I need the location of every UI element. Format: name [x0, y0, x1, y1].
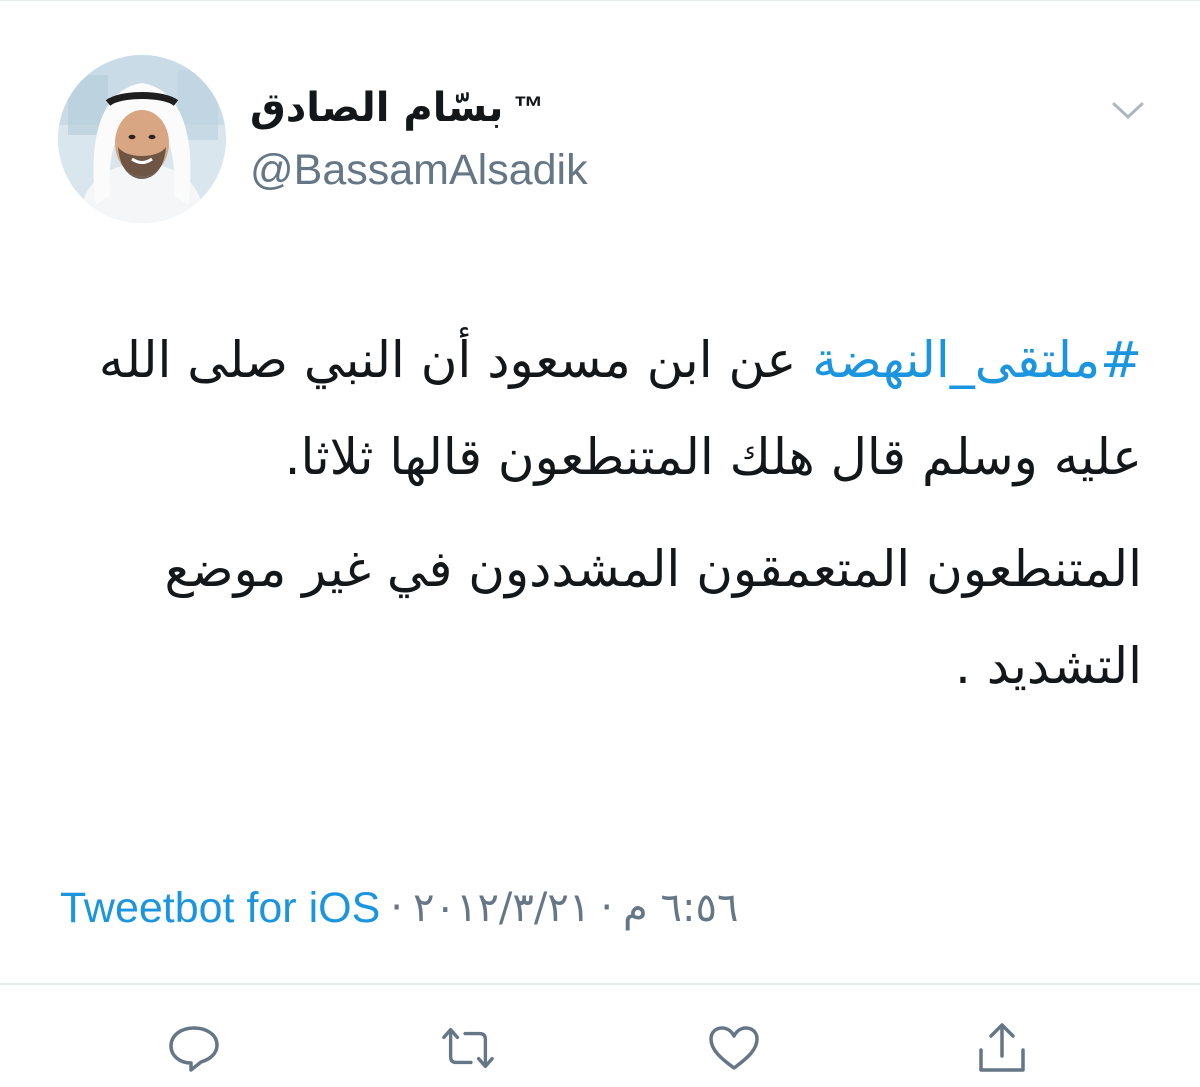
tweet-date: ٢٠١٢/٣/٢١ — [412, 885, 591, 931]
trademark-symbol: ™ — [513, 91, 544, 124]
display-name[interactable]: بسّام الصادق — [250, 85, 503, 131]
heart-icon — [709, 1026, 759, 1070]
chevron-down-icon[interactable] — [1108, 96, 1148, 124]
retweet-button[interactable] — [440, 1020, 496, 1076]
retweet-icon — [442, 1027, 494, 1069]
user-info: بسّام الصادق ™ @BassamAlsadik — [250, 78, 850, 195]
meta-separator: · — [390, 885, 403, 931]
reply-button[interactable] — [166, 1020, 222, 1076]
source-link[interactable]: Tweetbot for iOS — [60, 884, 380, 933]
actions-divider — [0, 983, 1200, 985]
avatar[interactable] — [58, 55, 226, 223]
share-icon — [979, 1023, 1025, 1072]
tweet-paragraph-1: #ملتقى_النهضة عن ابن مسعود أن النبي صلى … — [60, 312, 1142, 506]
tweet-meta: Tweetbot for iOS · ٢٠١٢/٣/٢١ · ٦:٥٦ م — [60, 878, 738, 938]
display-name-row: بسّام الصادق ™ — [250, 78, 850, 138]
share-button[interactable] — [974, 1020, 1030, 1076]
tweet-time: ٦:٥٦ م — [623, 885, 739, 931]
meta-separator: · — [600, 885, 614, 931]
tweet-detail: بسّام الصادق ™ @BassamAlsadik #ملتقى_الن… — [0, 0, 1200, 1087]
hashtag-link[interactable]: #ملتقى_النهضة — [812, 331, 1142, 389]
tweet-paragraph-2: المتنطعون المتعمقون المشددون في غير موضع… — [164, 540, 1142, 695]
like-button[interactable] — [706, 1020, 762, 1076]
user-handle[interactable]: @BassamAlsadik — [250, 146, 850, 195]
tweet-text: #ملتقى_النهضة عن ابن مسعود أن النبي صلى … — [60, 312, 1142, 715]
reply-icon — [169, 1026, 219, 1072]
